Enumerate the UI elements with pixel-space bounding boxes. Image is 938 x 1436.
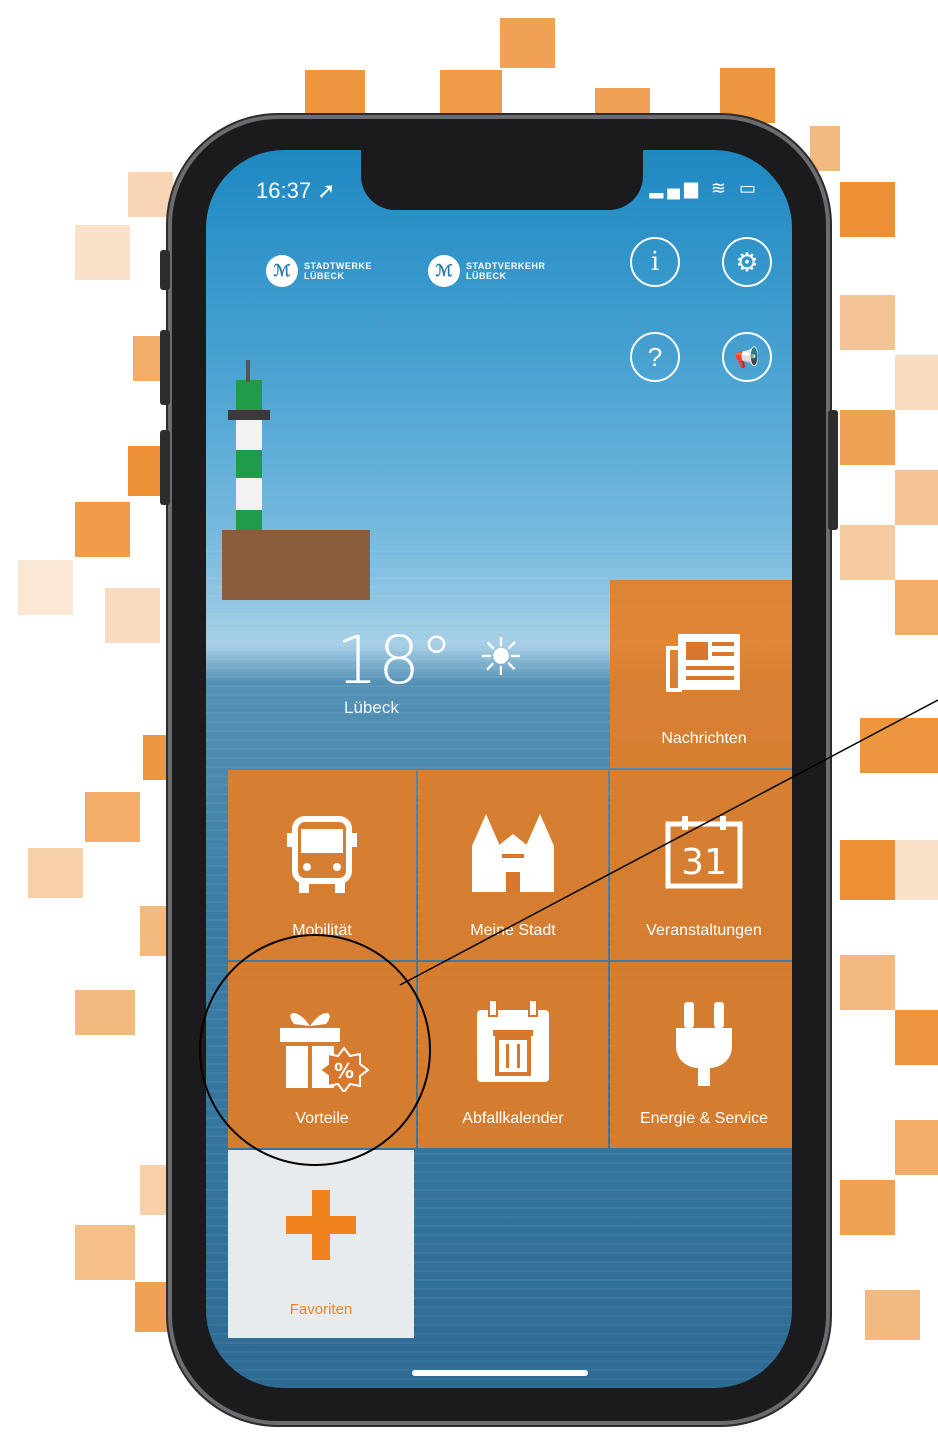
decor-square bbox=[28, 848, 83, 898]
tile-label: Energie & Service bbox=[639, 1110, 769, 1127]
settings-button[interactable]: ⚙ bbox=[722, 237, 772, 287]
decor-square bbox=[810, 126, 840, 171]
calendar-day-number: 31 bbox=[681, 842, 727, 883]
trash-calendar-icon bbox=[477, 1000, 549, 1082]
gift-percent-icon: % bbox=[280, 1012, 370, 1092]
tile-favoriten[interactable]: Favoriten bbox=[228, 1150, 414, 1338]
decor-square bbox=[75, 990, 135, 1035]
decor-square bbox=[895, 1010, 938, 1065]
logo-line2: LÜBECK bbox=[304, 271, 345, 281]
tile-mobilitaet[interactable]: Mobilität bbox=[228, 770, 416, 960]
decor-square bbox=[895, 580, 938, 635]
decor-square bbox=[105, 588, 160, 643]
decor-square bbox=[595, 88, 650, 118]
tile-vorteile[interactable]: % Vorteile bbox=[228, 962, 416, 1148]
logo-line2: LÜBECK bbox=[466, 271, 507, 281]
tile-meine-stadt[interactable]: Meine Stadt bbox=[418, 770, 608, 960]
decor-square bbox=[128, 172, 173, 217]
app-screen: 16:37 ➚ ▂▄▆ ≋ ▭ ℳ STADTWERKE LÜBECK ℳ ST… bbox=[206, 150, 792, 1388]
logo-text: STADTVERKEHR LÜBECK bbox=[466, 261, 545, 281]
pier bbox=[222, 530, 370, 600]
silent-switch[interactable] bbox=[160, 250, 170, 290]
decor-square bbox=[840, 840, 895, 900]
status-icons: ▂▄▆ ≋ ▭ bbox=[649, 178, 760, 198]
help-button[interactable]: ? bbox=[630, 332, 680, 382]
weather-widget[interactable]: 18° ☀ Lübeck bbox=[336, 628, 525, 718]
tile-nachrichten[interactable]: Nachrichten bbox=[610, 580, 792, 768]
stadtwerke-logo-icon: ℳ bbox=[266, 255, 298, 287]
decor-square bbox=[440, 70, 502, 115]
logo-stadtwerke[interactable]: ℳ STADTWERKE LÜBECK bbox=[266, 255, 372, 287]
status-time: 16:37 ➚ bbox=[256, 178, 336, 203]
decor-square bbox=[895, 470, 938, 525]
decor-square bbox=[865, 1290, 920, 1340]
decor-square bbox=[840, 295, 895, 350]
decor-square bbox=[860, 718, 938, 773]
decor-square bbox=[895, 355, 938, 410]
logo-stadtverkehr[interactable]: ℳ STADTVERKEHR LÜBECK bbox=[428, 255, 545, 287]
decor-square bbox=[18, 560, 73, 615]
percent-badge: % bbox=[334, 1059, 354, 1083]
announcement-button[interactable]: 📢 bbox=[722, 332, 772, 382]
tile-label: Meine Stadt bbox=[470, 922, 556, 939]
weather-city: Lübeck bbox=[344, 698, 399, 717]
decor-square bbox=[895, 1120, 938, 1175]
tile-energie-service[interactable]: Energie & Service bbox=[610, 962, 792, 1148]
plus-icon bbox=[286, 1190, 356, 1260]
logo-line1: STADTVERKEHR bbox=[466, 261, 546, 271]
decor-square bbox=[85, 792, 140, 842]
tile-label: Veranstaltungen bbox=[646, 922, 762, 939]
tile-label: Abfallkalender bbox=[462, 1110, 564, 1127]
stadtverkehr-logo-icon: ℳ bbox=[428, 255, 460, 287]
decor-square bbox=[840, 525, 895, 580]
decor-square bbox=[305, 70, 365, 115]
home-indicator[interactable] bbox=[412, 1370, 588, 1376]
calendar-icon: 31 bbox=[665, 816, 743, 889]
decor-square bbox=[500, 18, 555, 68]
temperature: 18° bbox=[336, 622, 453, 699]
volume-down-button[interactable] bbox=[160, 430, 170, 505]
decor-square bbox=[75, 502, 130, 557]
sun-icon: ☀ bbox=[477, 629, 525, 687]
notch bbox=[361, 150, 643, 210]
tile-label: Mobilität bbox=[292, 922, 352, 939]
decor-square bbox=[840, 1180, 895, 1235]
info-button[interactable]: i bbox=[630, 237, 680, 287]
tile-label: Vorteile bbox=[295, 1110, 349, 1127]
holstentor-icon bbox=[472, 814, 554, 892]
logo-text: STADTWERKE LÜBECK bbox=[304, 261, 372, 281]
tile-veranstaltungen[interactable]: 31 Veranstaltungen bbox=[610, 770, 792, 960]
decor-square bbox=[75, 1225, 135, 1280]
decor-square bbox=[840, 955, 895, 1010]
plug-icon bbox=[676, 1002, 732, 1086]
decor-square bbox=[895, 840, 938, 900]
tile-label: Nachrichten bbox=[661, 730, 747, 747]
newspaper-icon bbox=[666, 634, 740, 692]
power-button[interactable] bbox=[828, 410, 838, 530]
decor-square bbox=[75, 225, 130, 280]
tile-abfallkalender[interactable]: Abfallkalender bbox=[418, 962, 608, 1148]
lighthouse bbox=[228, 360, 270, 550]
decor-square bbox=[840, 182, 895, 237]
bus-icon bbox=[287, 816, 357, 893]
volume-up-button[interactable] bbox=[160, 330, 170, 405]
tile-label: Favoriten bbox=[289, 1301, 353, 1318]
logo-line1: STADTWERKE bbox=[304, 261, 372, 271]
decor-square bbox=[840, 410, 895, 465]
